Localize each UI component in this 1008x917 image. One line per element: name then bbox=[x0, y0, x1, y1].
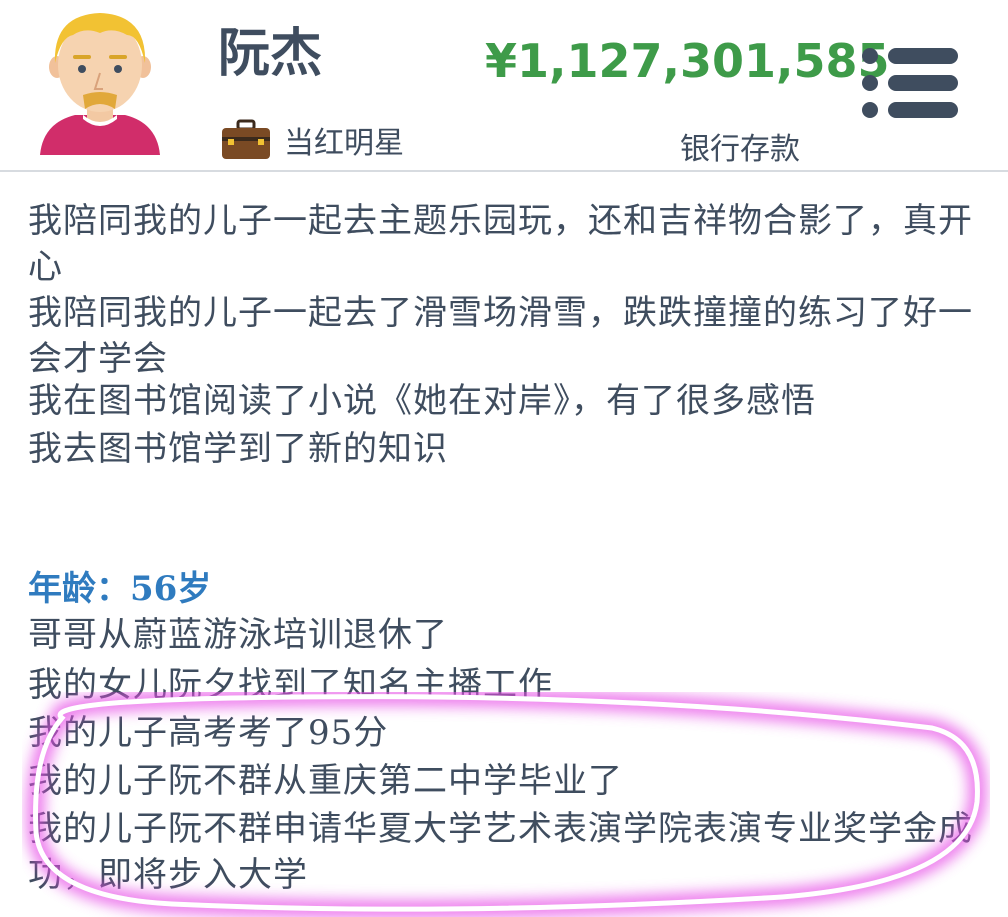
log-entry: 我陪同我的儿子一起去了滑雪场滑雪，跌跌撞撞的练习了好一会才学会 bbox=[28, 293, 973, 379]
log-entry: 我的女儿阮夕找到了知名主播工作 bbox=[28, 665, 553, 705]
header-divider bbox=[0, 170, 1008, 172]
log-entry: 我的儿子阮不群从重庆第二中学毕业了 bbox=[28, 761, 623, 801]
briefcase-icon bbox=[222, 119, 270, 159]
avatar bbox=[40, 13, 160, 155]
log-entry: 我去图书馆学到了新的知识 bbox=[28, 429, 448, 469]
life-log[interactable]: 我陪同我的儿子一起去主题乐园玩，还和吉祥物合影了，真开心 我陪同我的儿子一起去了… bbox=[0, 172, 1008, 907]
profile-header: 阮杰 当红明星 ¥1,127,301,585 银行存款 bbox=[0, 0, 1008, 170]
menu-icon[interactable] bbox=[856, 44, 960, 122]
log-entry: 哥哥从蔚蓝游泳培训退休了 bbox=[28, 615, 448, 655]
job-row: 当红明星 bbox=[220, 118, 404, 162]
log-entry: 我在图书馆阅读了小说《她在对岸》，有了很多感悟 bbox=[28, 381, 816, 421]
age-label: 年龄：56岁 bbox=[28, 569, 212, 609]
log-entry: 我的儿子阮不群申请华夏大学艺术表演学院表演专业奖学金成功，即将步入大学 bbox=[28, 809, 973, 895]
log-entry: 我的儿子高考考了95分 bbox=[28, 713, 389, 753]
log-entry: 我陪同我的儿子一起去主题乐园玩，还和吉祥物合影了，真开心 bbox=[28, 201, 973, 287]
player-name: 阮杰 bbox=[218, 24, 323, 84]
bank-balance-label: 银行存款 bbox=[680, 132, 800, 167]
bank-balance: ¥1,127,301,585 bbox=[485, 34, 890, 88]
job-label: 当红明星 bbox=[284, 126, 404, 161]
